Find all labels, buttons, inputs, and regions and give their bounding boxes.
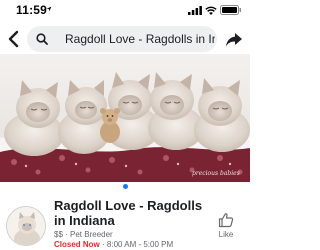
meta-separator: · xyxy=(62,230,71,239)
battery-icon xyxy=(220,5,242,15)
carousel-indicator xyxy=(123,184,128,189)
kittens-photo xyxy=(0,54,250,182)
search-icon xyxy=(36,33,48,45)
status-bar: 11:59 xyxy=(0,0,250,22)
search-bar[interactable]: Ragdoll Love - Ragdolls in Indi... xyxy=(27,26,217,52)
cover-photo[interactable]: precious babies xyxy=(0,54,250,182)
page-category: Pet Breeder xyxy=(70,230,113,239)
page-title: Ragdoll Love - Ragdolls in Indiana xyxy=(54,198,203,228)
like-button[interactable]: Like xyxy=(212,212,240,240)
like-label: Like xyxy=(218,230,234,239)
back-chevron-icon[interactable] xyxy=(7,30,21,48)
thumbs-up-icon xyxy=(218,213,234,228)
location-arrow-icon xyxy=(46,6,52,12)
signal-icon xyxy=(188,5,202,15)
status-time: 11:59 xyxy=(16,3,48,17)
wifi-icon xyxy=(205,6,217,15)
search-query[interactable]: Ragdoll Love - Ragdolls in Indi... xyxy=(65,32,215,46)
status-icons xyxy=(188,5,242,15)
nav-bar: Ragdoll Love - Ragdolls in Indi... xyxy=(0,24,250,54)
hours-text: · 8:00 AM - 5:00 PM xyxy=(99,240,174,249)
share-icon[interactable] xyxy=(225,30,243,48)
profile-photo xyxy=(7,207,45,245)
price-range: $$ xyxy=(54,230,63,239)
open-status: Closed Now xyxy=(54,240,100,249)
page-info: Ragdoll Love - Ragdolls in Indiana $$ · … xyxy=(0,190,250,250)
page-meta: $$ · Pet Breeder xyxy=(54,230,113,239)
business-hours: Closed Now · 8:00 AM - 5:00 PM xyxy=(54,240,173,249)
avatar[interactable] xyxy=(6,206,46,246)
photo-watermark: precious babies xyxy=(192,170,240,177)
